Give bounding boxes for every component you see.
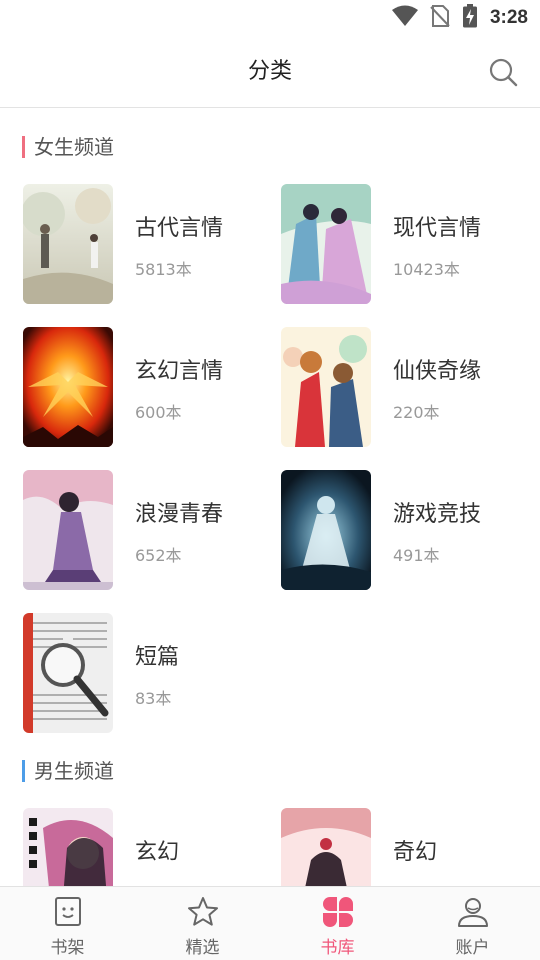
category-item-fantasy[interactable]: 奇幻 (281, 808, 521, 886)
category-name: 玄幻言情 (135, 359, 224, 384)
tab-account[interactable]: 账户 (405, 887, 540, 960)
wifi-icon (391, 5, 418, 31)
category-count: 600本 (135, 403, 182, 422)
category-cover-image (281, 808, 371, 886)
category-cover-image (281, 470, 371, 590)
category-count: 83本 (135, 689, 172, 708)
star-icon (187, 897, 218, 926)
tab-label: 精选 (185, 938, 220, 958)
category-cover-image (23, 808, 113, 886)
category-name: 玄幻 (135, 840, 180, 865)
page-title: 分类 (247, 59, 292, 84)
category-item-modern-romance[interactable]: 现代言情 10423本 (281, 184, 521, 304)
category-name: 短篇 (135, 645, 180, 670)
status-bar: 3:28 (0, 0, 540, 36)
category-cover-image (23, 470, 113, 590)
category-count: 491本 (393, 546, 440, 565)
status-icons: 3:28 (391, 4, 528, 32)
category-name: 游戏竞技 (393, 502, 482, 527)
category-count: 5813本 (135, 260, 192, 279)
category-name: 现代言情 (393, 216, 482, 241)
search-button[interactable] (488, 57, 518, 87)
category-cover-image (23, 184, 113, 304)
account-icon (457, 898, 488, 927)
no-sim-icon (430, 4, 450, 32)
tab-label: 书库 (320, 938, 355, 958)
category-cover-image (23, 613, 113, 733)
tab-featured[interactable]: 精选 (135, 887, 270, 960)
section-accent-bar (22, 136, 25, 158)
category-cover-image (281, 184, 371, 304)
tab-library[interactable]: 书库 (270, 887, 405, 960)
category-item-xianxia-romance[interactable]: 仙侠奇缘 220本 (281, 327, 521, 447)
tab-label: 账户 (455, 938, 490, 958)
category-count: 10423本 (393, 260, 460, 279)
category-item-xuanhuan[interactable]: 玄幻 (23, 808, 263, 886)
category-list[interactable]: 女生频道 古代言情 5813本 现代言情 10423本 玄幻言情 600本 仙侠… (0, 108, 540, 886)
category-name: 古代言情 (135, 216, 224, 241)
battery-charging-icon (462, 4, 478, 32)
section-label: 女生频道 (34, 135, 114, 159)
section-label: 男生频道 (34, 759, 114, 783)
category-name: 仙侠奇缘 (393, 359, 482, 384)
category-count: 220本 (393, 403, 440, 422)
category-item-fantasy-romance[interactable]: 玄幻言情 600本 (23, 327, 263, 447)
library-icon (322, 897, 353, 927)
tab-bookshelf[interactable]: 书架 (0, 887, 135, 960)
section-heading-female: 女生频道 (22, 135, 114, 159)
status-time: 3:28 (489, 7, 528, 28)
category-name: 奇幻 (393, 840, 438, 865)
category-item-romantic-youth[interactable]: 浪漫青春 652本 (23, 470, 263, 590)
category-cover-image (281, 327, 371, 447)
category-item-ancient-romance[interactable]: 古代言情 5813本 (23, 184, 263, 304)
section-accent-bar (22, 760, 25, 782)
category-item-gaming[interactable]: 游戏竞技 491本 (281, 470, 521, 590)
tab-label: 书架 (50, 938, 85, 958)
search-icon (489, 58, 518, 87)
category-item-short-stories[interactable]: 短篇 83本 (23, 613, 263, 733)
app-header: 分类 (0, 36, 540, 108)
category-name: 浪漫青春 (135, 502, 224, 527)
category-cover-image (23, 327, 113, 447)
category-count: 652本 (135, 546, 182, 565)
bookshelf-icon (54, 897, 81, 926)
bottom-tab-bar: 书架 精选 书库 账户 (0, 886, 540, 960)
section-heading-male: 男生频道 (22, 759, 114, 783)
